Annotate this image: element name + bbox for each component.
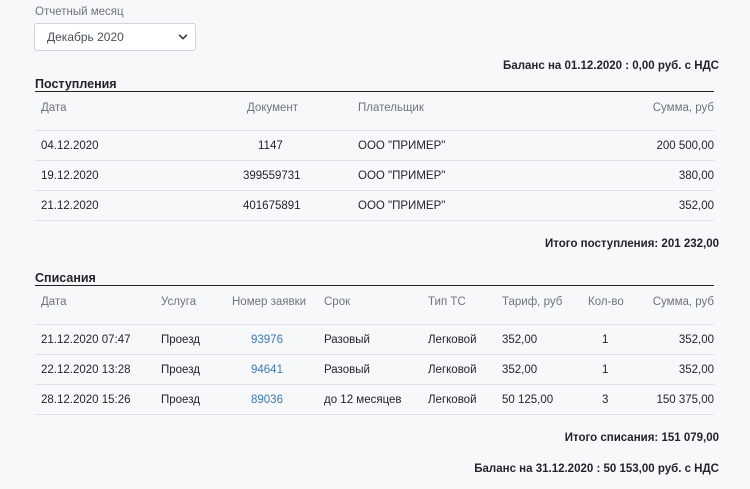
- charge-tariff: 352,00: [502, 334, 538, 346]
- charge-vehicle: Легковой: [428, 394, 477, 406]
- month-filter-label: Отчетный месяц: [35, 6, 124, 18]
- charge-qty: 1: [602, 334, 609, 346]
- charge-service: Проезд: [161, 364, 200, 376]
- income-sum: 200 500,00: [656, 140, 714, 152]
- income-title: Поступления: [35, 77, 117, 91]
- balance-end: Баланс на 31.12.2020 : 50 153,00 руб. с …: [474, 463, 719, 475]
- charge-date: 28.12.2020 15:26: [41, 394, 131, 406]
- charge-order-link[interactable]: 94641: [251, 364, 283, 376]
- charge-term: Разовый: [324, 334, 370, 346]
- charge-tariff: 352,00: [502, 364, 538, 376]
- charge-sum: 352,00: [678, 364, 714, 376]
- charge-order-link[interactable]: 89036: [251, 394, 283, 406]
- charge-service: Проезд: [161, 334, 200, 346]
- row-divider: [35, 220, 714, 221]
- charge-sum: 352,00: [678, 334, 714, 346]
- income-date: 21.12.2020: [41, 200, 99, 212]
- income-total: Итого поступления: 201 232,00: [545, 238, 719, 250]
- income-header-payer: Плательщик: [358, 102, 424, 114]
- charge-term: до 12 месяцев: [324, 394, 402, 406]
- income-header-divider: [35, 130, 714, 131]
- charge-vehicle: Легковой: [428, 364, 477, 376]
- income-payer: ООО "ПРИМЕР": [358, 140, 446, 152]
- income-payer: ООО "ПРИМЕР": [358, 200, 446, 212]
- charge-date: 22.12.2020 13:28: [41, 364, 131, 376]
- charges-header-sum: Сумма, руб: [652, 296, 714, 308]
- charges-header-vehicle: Тип ТС: [428, 296, 466, 308]
- charges-header-tariff: Тариф, руб: [502, 296, 563, 308]
- income-sum: 380,00: [678, 170, 714, 182]
- charges-title-divider: [35, 285, 714, 286]
- chevron-down-icon: [178, 34, 188, 40]
- charge-order-link[interactable]: 93976: [251, 334, 283, 346]
- income-doc: 401675891: [243, 200, 301, 212]
- charge-qty: 3: [602, 394, 609, 406]
- month-select-value: Декабрь 2020: [47, 30, 124, 44]
- charge-tariff: 50 125,00: [502, 394, 554, 406]
- income-header-date: Дата: [41, 102, 67, 114]
- row-divider: [35, 160, 714, 161]
- charges-total: Итого списания: 151 079,00: [564, 432, 719, 444]
- income-doc: 399559731: [243, 170, 301, 182]
- charges-header-date: Дата: [41, 296, 67, 308]
- income-header-doc: Документ: [247, 102, 299, 114]
- charges-header-service: Услуга: [161, 296, 197, 308]
- row-divider: [35, 354, 714, 355]
- charges-title: Списания: [35, 271, 96, 285]
- charges-header-divider: [35, 324, 714, 325]
- row-divider: [35, 190, 714, 191]
- charges-header-qty: Кол-во: [588, 296, 624, 308]
- income-doc: 1147: [258, 140, 283, 152]
- charges-header-order: Номер заявки: [232, 296, 307, 308]
- charge-date: 21.12.2020 07:47: [41, 334, 131, 346]
- report-page: Отчетный месяц Декабрь 2020 Баланс на 01…: [0, 0, 750, 489]
- charges-header-term: Срок: [324, 296, 351, 308]
- charge-term: Разовый: [324, 364, 370, 376]
- income-date: 04.12.2020: [41, 140, 99, 152]
- income-header-sum: Сумма, руб: [652, 102, 714, 114]
- charge-vehicle: Легковой: [428, 334, 477, 346]
- row-divider: [35, 384, 714, 385]
- income-title-divider: [35, 91, 714, 92]
- row-divider: [35, 414, 714, 415]
- charge-sum: 150 375,00: [656, 394, 714, 406]
- balance-start: Баланс на 01.12.2020 : 0,00 руб. с НДС: [503, 60, 719, 72]
- charge-service: Проезд: [161, 394, 200, 406]
- income-date: 19.12.2020: [41, 170, 99, 182]
- income-payer: ООО "ПРИМЕР": [358, 170, 446, 182]
- month-select[interactable]: Декабрь 2020: [34, 23, 196, 51]
- income-sum: 352,00: [678, 200, 714, 212]
- charge-qty: 1: [602, 364, 609, 376]
